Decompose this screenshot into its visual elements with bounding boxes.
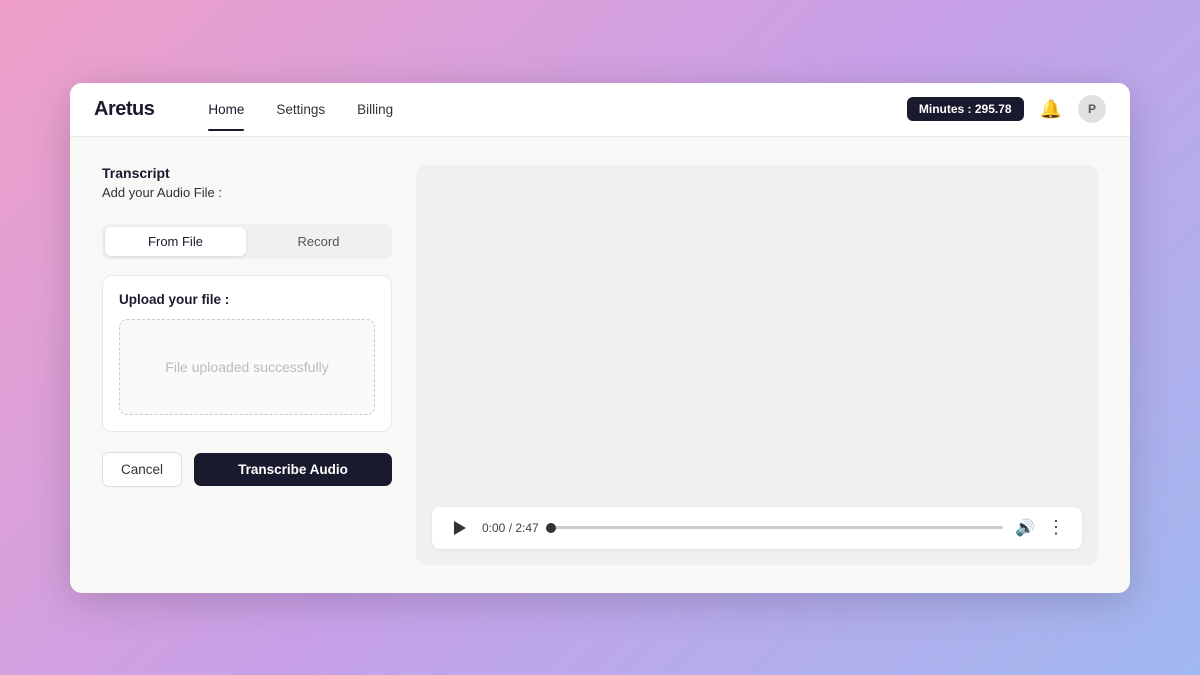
bell-icon[interactable]: 🔔 xyxy=(1040,99,1062,120)
section-title: Transcript xyxy=(102,165,392,181)
navbar: Aretus Home Settings Billing Minutes : 2… xyxy=(70,83,1130,137)
minutes-badge: Minutes : 295.78 xyxy=(907,97,1024,121)
toggle-record-button[interactable]: Record xyxy=(248,227,389,256)
app-window: Aretus Home Settings Billing Minutes : 2… xyxy=(70,83,1130,593)
time-display: 0:00 / 2:47 xyxy=(482,521,539,535)
app-logo: Aretus xyxy=(94,98,154,121)
play-button[interactable] xyxy=(448,517,470,539)
action-buttons: Cancel Transcribe Audio xyxy=(102,452,392,487)
main-content: Transcript Add your Audio File : From Fi… xyxy=(70,137,1130,593)
section-header: Transcript Add your Audio File : xyxy=(102,165,392,208)
transcribe-button[interactable]: Transcribe Audio xyxy=(194,453,392,486)
audio-player: 0:00 / 2:47 🔊 ⋮ xyxy=(432,507,1082,549)
nav-links: Home Settings Billing xyxy=(194,96,875,123)
cancel-button[interactable]: Cancel xyxy=(102,452,182,487)
upload-label: Upload your file : xyxy=(119,292,375,307)
left-panel: Transcript Add your Audio File : From Fi… xyxy=(102,165,392,565)
upload-status-text: File uploaded successfully xyxy=(165,359,328,375)
right-panel: 0:00 / 2:47 🔊 ⋮ xyxy=(416,165,1098,565)
file-toggle-group: From File Record xyxy=(102,224,392,259)
progress-track[interactable] xyxy=(551,526,1003,529)
add-file-label: Add your Audio File : xyxy=(102,185,392,200)
nav-item-settings[interactable]: Settings xyxy=(262,96,339,123)
progress-thumb xyxy=(546,523,556,533)
upload-dropzone[interactable]: File uploaded successfully xyxy=(119,319,375,415)
user-avatar[interactable]: P xyxy=(1078,95,1106,123)
nav-right: Minutes : 295.78 🔔 P xyxy=(907,95,1106,123)
volume-icon[interactable]: 🔊 xyxy=(1015,518,1035,538)
nav-item-billing[interactable]: Billing xyxy=(343,96,407,123)
nav-item-home[interactable]: Home xyxy=(194,96,258,123)
more-icon[interactable]: ⋮ xyxy=(1047,517,1066,538)
upload-section: Upload your file : File uploaded success… xyxy=(102,275,392,432)
toggle-from-file-button[interactable]: From File xyxy=(105,227,246,256)
play-icon xyxy=(454,521,466,535)
